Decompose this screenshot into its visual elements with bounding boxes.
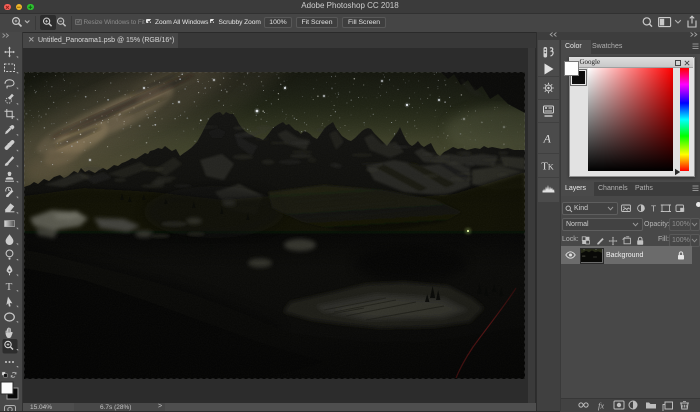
svg-text:T: T [6, 281, 13, 293]
svg-text:T: T [651, 203, 656, 213]
svg-text:fx: fx [598, 401, 604, 411]
svg-text:TK: TK [541, 162, 553, 173]
svg-text:A: A [543, 132, 552, 146]
